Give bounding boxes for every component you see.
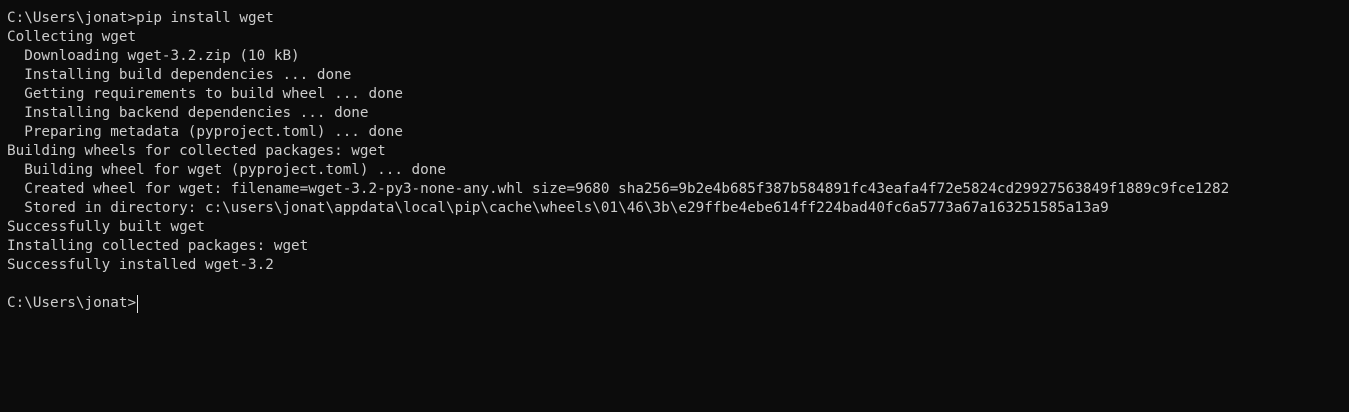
output-line: Preparing metadata (pyproject.toml) ... … <box>7 124 403 140</box>
output-line: Installing collected packages: wget <box>7 238 309 254</box>
output-line: Building wheel for wget (pyproject.toml)… <box>7 162 446 178</box>
output-line: Collecting wget <box>7 29 137 45</box>
input-prompt-line[interactable]: C:\Users\jonat> <box>7 294 1349 313</box>
output-line: Created wheel for wget: filename=wget-3.… <box>7 181 1230 197</box>
text-cursor <box>137 294 139 313</box>
prompt-text: C:\Users\jonat> <box>7 295 137 311</box>
output-line: Building wheels for collected packages: … <box>7 143 386 159</box>
output-line: Getting requirements to build wheel ... … <box>7 86 403 102</box>
output-line: Stored in directory: c:\users\jonat\appd… <box>7 200 1109 216</box>
output-line: Installing backend dependencies ... done <box>7 105 369 121</box>
terminal-window[interactable]: C:\Users\jonat>pip install wget Collecti… <box>0 0 1349 412</box>
output-line: Downloading wget-3.2.zip (10 kB) <box>7 48 300 64</box>
output-line: Successfully installed wget-3.2 <box>7 257 274 273</box>
command-line: C:\Users\jonat>pip install wget <box>7 10 274 26</box>
output-line: Installing build dependencies ... done <box>7 67 352 83</box>
output-line: Successfully built wget <box>7 219 205 235</box>
